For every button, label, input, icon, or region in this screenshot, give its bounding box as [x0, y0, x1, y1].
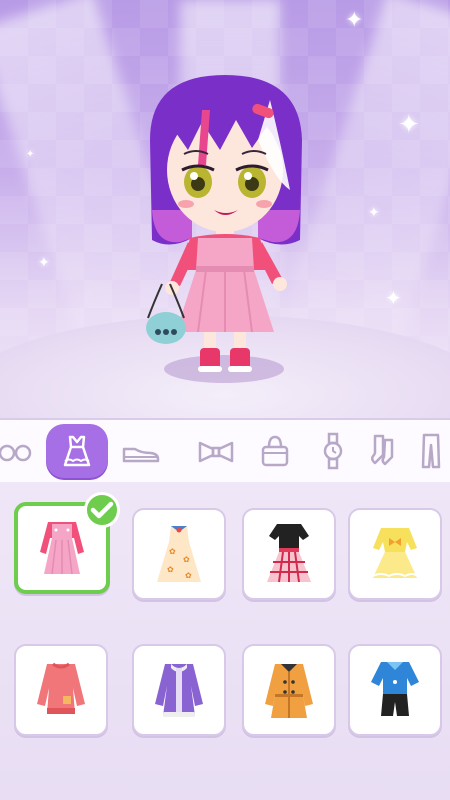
plaid-skirt-dress-icon — [267, 524, 311, 583]
category-tab-bar — [0, 418, 450, 484]
bow-icon — [198, 441, 234, 463]
tab-dress[interactable] — [46, 424, 108, 478]
butterfly-print-dress-icon: ✿ ✿ ✿ ✿ — [157, 526, 201, 582]
item-card-pink-pinafore-dress[interactable] — [14, 492, 120, 594]
svg-text:✿: ✿ — [185, 571, 192, 580]
svg-text:✿: ✿ — [167, 565, 174, 574]
item-card-blue-top-outfit[interactable] — [348, 644, 442, 736]
sparkle-icon: ✦ — [368, 205, 380, 221]
watch-icon — [323, 432, 343, 470]
yellow-bow-dress-icon — [372, 528, 418, 578]
blue-top-outfit-icon — [371, 662, 419, 716]
item-grid: ✿ ✿ ✿ ✿ — [0, 482, 450, 800]
sparkle-icon: ✦ — [345, 8, 364, 33]
orange-trench-coat-icon — [265, 664, 313, 718]
purple-fur-coat-icon — [155, 664, 203, 717]
item-card-orange-trench-coat[interactable] — [242, 644, 336, 736]
svg-text:✿: ✿ — [169, 547, 176, 556]
tab-bow[interactable] — [185, 424, 247, 478]
item-card-purple-fur-coat[interactable] — [132, 644, 226, 736]
sparkle-icon: ✦ — [385, 286, 402, 310]
socks-icon — [371, 434, 394, 466]
item-card-plaid-skirt-dress[interactable] — [242, 508, 336, 600]
coral-sweater-icon — [37, 662, 85, 714]
item-card-coral-sweater[interactable] — [14, 644, 108, 736]
dress-icon — [63, 435, 91, 467]
item-card-yellow-bow-dress[interactable] — [348, 508, 442, 600]
tab-shoes[interactable] — [110, 424, 172, 478]
chibi-character[interactable] — [140, 70, 310, 380]
selected-check-icon — [84, 492, 120, 528]
tab-pants[interactable] — [400, 424, 450, 478]
glasses-icon — [0, 444, 32, 462]
svg-text:✿: ✿ — [183, 555, 190, 564]
sparkle-icon: ✦ — [398, 110, 420, 140]
tab-glasses[interactable] — [0, 424, 46, 478]
item-card-butterfly-print-dress[interactable]: ✿ ✿ ✿ ✿ — [132, 508, 226, 600]
shoe-icon — [122, 447, 160, 463]
sparkle-icon: ✦ — [38, 255, 50, 271]
pants-icon — [421, 433, 441, 469]
tab-bag[interactable] — [244, 424, 306, 478]
character-stage: ✦ ✦ ✦ ✦ ✦ ✦ — [0, 0, 450, 418]
handbag-icon — [261, 435, 289, 467]
sparkle-icon: ✦ — [26, 149, 35, 160]
